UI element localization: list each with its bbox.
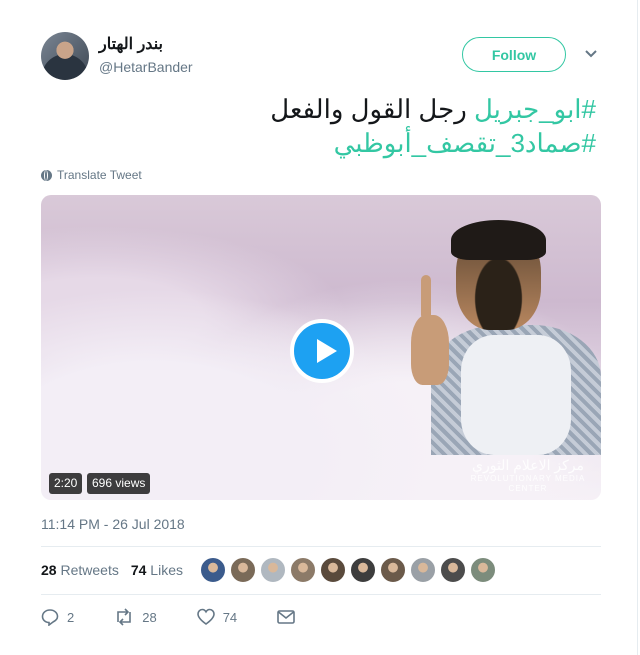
- retweet-count: 28: [142, 609, 157, 625]
- hashtag-link[interactable]: #ابو_جبريل: [474, 94, 596, 124]
- reply-button[interactable]: 2: [41, 608, 74, 626]
- like-button[interactable]: 74: [196, 608, 238, 626]
- chevron-down-icon[interactable]: [584, 48, 598, 60]
- liker-avatar[interactable]: [260, 557, 286, 583]
- watermark-arabic: مركز الاعلام الثوري: [472, 457, 584, 473]
- reply-icon: [41, 609, 59, 626]
- video-thumbnail-figure: [411, 220, 601, 455]
- liker-avatar[interactable]: [410, 557, 436, 583]
- tweet-timestamp[interactable]: 11:14 PM - 26 Jul 2018: [41, 516, 185, 532]
- tweet-text: #ابو_جبريل رجل القول والفعل #صماد3_تقصف_…: [36, 92, 596, 160]
- globe-icon: [41, 169, 52, 181]
- reply-count: 2: [67, 609, 75, 625]
- retweet-button[interactable]: 28: [114, 608, 157, 626]
- play-icon[interactable]: [290, 319, 354, 383]
- tweet-stats: 28 Retweets 74 Likes: [41, 562, 183, 578]
- liker-avatar[interactable]: [320, 557, 346, 583]
- watermark-english-2: CENTER: [508, 484, 548, 493]
- liker-avatar[interactable]: [200, 557, 226, 583]
- likes-count: 74: [130, 562, 147, 578]
- likes-label: Likes: [150, 562, 183, 578]
- author-handle[interactable]: @HetarBander: [99, 59, 193, 75]
- heart-icon: [196, 608, 215, 625]
- liker-avatars: [200, 557, 496, 583]
- hashtag-link[interactable]: #صماد3_تقصف_أبوظبي: [334, 128, 596, 158]
- video-views: 696 views: [87, 473, 151, 494]
- retweet-icon: [117, 608, 132, 626]
- liker-avatar[interactable]: [350, 557, 376, 583]
- watermark-english-1: REVOLUTIONARY MEDIA: [470, 474, 586, 483]
- likes-stat[interactable]: 74 Likes: [131, 562, 183, 578]
- translate-label: Translate Tweet: [57, 168, 142, 182]
- video-player[interactable]: مركز الاعلام الثوري REVOLUTIONARY MEDIA …: [41, 195, 601, 500]
- video-duration: 2:20: [49, 473, 83, 494]
- divider: [41, 546, 601, 547]
- like-count: 74: [222, 609, 238, 625]
- tweet-actions: 2 28 74: [41, 608, 335, 626]
- direct-message-button[interactable]: [277, 608, 295, 626]
- liker-avatar[interactable]: [230, 557, 256, 583]
- divider: [41, 594, 601, 595]
- liker-avatar[interactable]: [290, 557, 316, 583]
- retweets-stat[interactable]: 28 Retweets: [41, 562, 119, 578]
- envelope-icon: [277, 610, 295, 624]
- author-avatar[interactable]: [41, 32, 89, 80]
- follow-button[interactable]: Follow: [462, 37, 566, 72]
- retweets-label: Retweets: [60, 562, 119, 578]
- video-watermark: مركز الاعلام الثوري REVOLUTIONARY MEDIA …: [453, 457, 601, 494]
- translate-tweet-link[interactable]: Translate Tweet: [41, 168, 142, 182]
- tweet-card: بندر الهتار @HetarBander Follow #ابو_جبر…: [0, 0, 638, 655]
- tweet-text-body: رجل القول والفعل: [270, 94, 474, 124]
- retweets-count: 28: [41, 562, 57, 578]
- author-name[interactable]: بندر الهتار: [99, 34, 163, 54]
- liker-avatar[interactable]: [380, 557, 406, 583]
- liker-avatar[interactable]: [440, 557, 466, 583]
- liker-avatar[interactable]: [470, 557, 496, 583]
